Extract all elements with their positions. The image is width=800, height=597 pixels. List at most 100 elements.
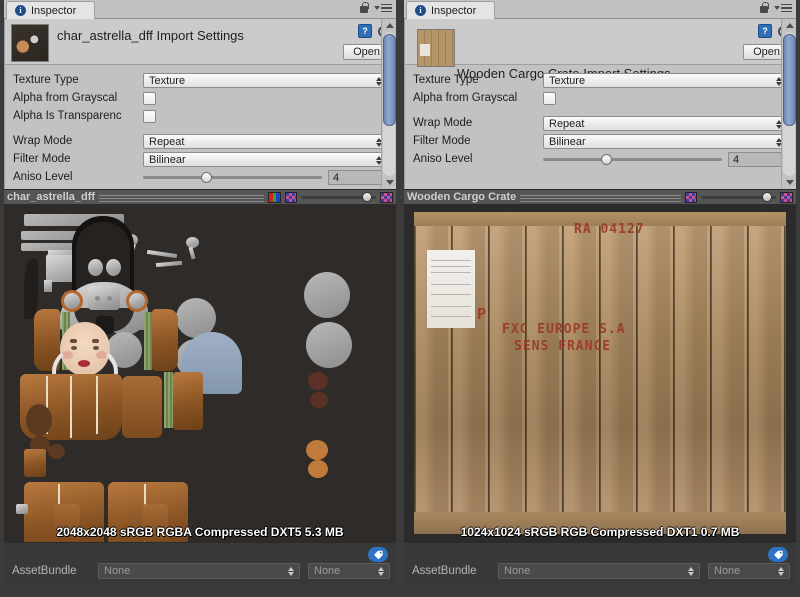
help-book-icon[interactable]	[758, 24, 772, 38]
lock-icon[interactable]	[759, 2, 769, 14]
checker-small-icon[interactable]	[685, 191, 697, 203]
crate-stencil-mark: P	[477, 305, 488, 323]
help-book-icon[interactable]	[358, 24, 372, 38]
crate-stencil-line1: FXC EUROPE S.A	[502, 322, 626, 337]
aniso-level-value[interactable]: 4	[328, 169, 388, 185]
inspector-body-left: char_astrella_dff Import Settings Open T…	[4, 19, 396, 189]
scroll-down-arrow-icon[interactable]	[782, 176, 797, 189]
inspector-scrollbar-right[interactable]	[781, 19, 796, 189]
filter-mode-dropdown[interactable]: Bilinear	[543, 133, 788, 149]
crate-stencil-line2: SENS FRANCE	[514, 339, 612, 354]
wrap-mode-dropdown[interactable]: Repeat	[143, 133, 388, 149]
preview-title: Wooden Cargo Crate	[407, 191, 517, 203]
rgb-channel-icon[interactable]	[268, 191, 281, 203]
mip-level-slider[interactable]	[301, 191, 376, 203]
alpha-is-transparency-checkbox[interactable]	[143, 109, 156, 123]
asset-header-right: Wooden Cargo Crate Import Settings Open	[405, 19, 796, 81]
tab-label: Inspector	[31, 4, 77, 17]
texture-preview-right[interactable]: RA 04127 P FXC EUROPE S.A SENS FRANCE 10…	[404, 204, 796, 542]
assetbundle-name-dropdown[interactable]: None	[498, 563, 700, 579]
aniso-level-slider[interactable]	[543, 153, 722, 166]
field-label: Wrap Mode	[13, 135, 73, 147]
field-alpha-is-transparency: Alpha Is Transparenc	[13, 107, 388, 125]
assetbundle-row: AssetBundle None None	[412, 563, 790, 579]
scrollbar-thumb[interactable]	[783, 34, 796, 126]
texture-info-text: 2048x2048 sRGB RGBA Compressed DXT5 5.3 …	[56, 525, 344, 539]
tab-inspector-left[interactable]: i Inspector	[6, 1, 96, 19]
checker-large-icon[interactable]	[380, 191, 393, 203]
texture-info-text: 1024x1024 sRGB RGB Compressed DXT1 0.7 M…	[460, 525, 740, 539]
checker-small-icon[interactable]	[285, 191, 297, 203]
filter-mode-dropdown[interactable]: Bilinear	[143, 151, 388, 167]
character-atlas-thumbnail	[11, 24, 49, 62]
tab-inspector-right[interactable]: i Inspector	[406, 1, 496, 19]
field-label: Alpha Is Transparenc	[13, 110, 122, 122]
wooden-crate-texture: RA 04127 P FXC EUROPE S.A SENS FRANCE	[414, 212, 786, 534]
scroll-up-arrow-icon[interactable]	[782, 19, 797, 32]
bottom-bar-right: AssetBundle None None	[404, 542, 796, 587]
preview-drag-lines	[99, 194, 264, 202]
wooden-crate-thumbnail	[417, 29, 455, 67]
field-label: Filter Mode	[413, 135, 471, 147]
inspector-panel-left: i Inspector char_astrella_dff Import Set…	[0, 0, 400, 597]
field-filter-mode: Filter Mode Bilinear	[13, 150, 388, 168]
hamburger-menu-icon[interactable]	[774, 3, 792, 13]
texture-type-dropdown[interactable]: Texture	[143, 72, 388, 88]
alpha-from-grayscale-checkbox[interactable]	[143, 91, 156, 105]
texture-preview-left[interactable]: 2048x2048 sRGB RGBA Compressed DXT5 5.3 …	[4, 204, 396, 542]
label-tag-icon[interactable]	[368, 547, 388, 562]
hamburger-menu-icon[interactable]	[374, 3, 392, 13]
field-label: Alpha from Grayscal	[13, 92, 118, 104]
texture-type-dropdown[interactable]: Texture	[543, 72, 788, 88]
scrollbar-thumb[interactable]	[383, 34, 396, 126]
tab-bar-left: i Inspector	[4, 0, 396, 19]
preview-title: char_astrella_dff	[7, 191, 96, 203]
field-alpha-from-grayscale: Alpha from Grayscal	[413, 89, 788, 107]
preview-title-bar-right[interactable]: Wooden Cargo Crate	[404, 189, 796, 204]
import-settings-fields-left: Texture Type Texture Alpha from Grayscal…	[5, 65, 396, 186]
assetbundle-variant-dropdown[interactable]: None	[308, 563, 390, 579]
field-label: Alpha from Grayscal	[413, 92, 518, 104]
label-tag-icon[interactable]	[768, 547, 788, 562]
alpha-from-grayscale-checkbox[interactable]	[543, 91, 556, 105]
assetbundle-label: AssetBundle	[12, 565, 77, 577]
texture-info-strip: 1024x1024 sRGB RGB Compressed DXT1 0.7 M…	[404, 522, 796, 542]
field-filter-mode: Filter Mode Bilinear	[413, 132, 788, 150]
scroll-down-arrow-icon[interactable]	[382, 176, 397, 189]
field-label: Aniso Level	[413, 153, 473, 165]
asset-header-left: char_astrella_dff Import Settings Open	[5, 19, 396, 65]
crate-paper-label	[427, 250, 475, 328]
info-icon: i	[415, 5, 426, 16]
assetbundle-name-dropdown[interactable]: None	[98, 563, 300, 579]
tab-bar-right: i Inspector	[404, 0, 796, 19]
scroll-up-arrow-icon[interactable]	[382, 19, 397, 32]
field-label: Wrap Mode	[413, 117, 473, 129]
field-wrap-mode: Wrap Mode Repeat	[413, 114, 788, 132]
field-aniso-level: Aniso Level 4	[413, 150, 788, 168]
preview-title-bar-left[interactable]: char_astrella_dff	[4, 189, 396, 204]
character-texture-atlas: 2048x2048 sRGB RGBA Compressed DXT5 5.3 …	[4, 204, 396, 542]
bottom-bar-left: AssetBundle None None	[4, 542, 396, 587]
crate-stencil-top: RA 04127	[574, 222, 645, 237]
assetbundle-label: AssetBundle	[412, 565, 477, 577]
field-wrap-mode: Wrap Mode Repeat	[13, 132, 388, 150]
field-label: Texture Type	[13, 74, 79, 86]
inspector-panel-right: i Inspector Wooden Cargo Crate Import Se…	[400, 0, 800, 597]
inspector-body-right: Wooden Cargo Crate Import Settings Open …	[404, 19, 796, 189]
aniso-level-value[interactable]: 4	[728, 151, 788, 167]
lock-icon[interactable]	[359, 2, 369, 14]
assetbundle-variant-dropdown[interactable]: None	[708, 563, 790, 579]
inspector-scrollbar-left[interactable]	[381, 19, 396, 189]
field-texture-type: Texture Type Texture	[13, 71, 388, 89]
mip-level-slider[interactable]	[701, 191, 776, 203]
field-alpha-from-grayscale: Alpha from Grayscal	[13, 89, 388, 107]
field-aniso-level: Aniso Level 4	[13, 168, 388, 186]
wrap-mode-dropdown[interactable]: Repeat	[543, 115, 788, 131]
texture-info-strip: 2048x2048 sRGB RGBA Compressed DXT5 5.3 …	[4, 522, 396, 542]
preview-drag-lines	[520, 194, 681, 202]
assetbundle-row: AssetBundle None None	[12, 563, 390, 579]
aniso-level-slider[interactable]	[143, 171, 322, 184]
tab-label: Inspector	[431, 4, 477, 17]
info-icon: i	[15, 5, 26, 16]
checker-large-icon[interactable]	[780, 191, 793, 203]
